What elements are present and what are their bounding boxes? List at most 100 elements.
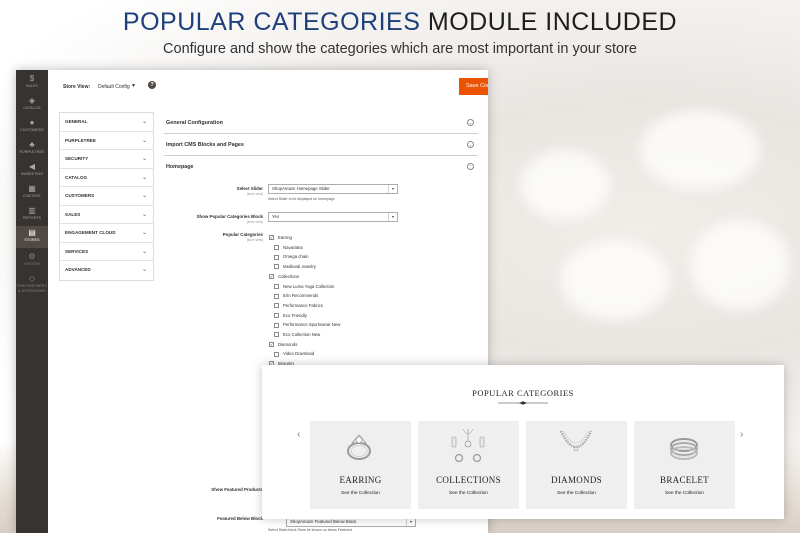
help-icon[interactable]: ? (148, 81, 156, 89)
sidebar-item-sales[interactable]: $ SALES (16, 72, 48, 94)
category-card-bracelet[interactable]: BRACELET See the Collection (634, 421, 735, 509)
category-checkbox[interactable] (274, 283, 279, 289)
category-card-title: DIAMONDS (551, 475, 602, 485)
category-card-title: EARRING (339, 475, 382, 485)
sidebar-icon: ▦ (28, 184, 36, 193)
sidebar-item-label: CONTENT (22, 194, 42, 198)
section-general[interactable]: General Configuration ⌄ (164, 112, 478, 134)
sidebar-item-content[interactable]: ▦ CONTENT (16, 182, 48, 204)
sidebar-item-purpletree[interactable]: ♣ PURPLETREE (16, 138, 48, 160)
chevron-down-icon[interactable]: ⌄ (467, 119, 474, 126)
sidebar-item-reports[interactable]: ▥ REPORTS (16, 204, 48, 226)
see-collection-link[interactable]: See the Collection (310, 491, 411, 496)
category-checkbox[interactable]: ✓ (269, 274, 274, 280)
sidebar-icon: ● (29, 118, 35, 127)
category-checkbox[interactable] (274, 322, 279, 328)
category-name: Erin Recommends (283, 293, 319, 299)
category-option[interactable]: ✓ Collections (269, 274, 299, 282)
background-flower (640, 110, 760, 190)
save-config-button[interactable]: Save Config (459, 78, 488, 95)
category-option[interactable]: Eco Friendly (274, 313, 307, 321)
category-option[interactable]: Performance Fabrics (274, 303, 323, 311)
featured-below-value: ShopAmaze Featured Below Block (290, 519, 357, 524)
config-nav-services[interactable]: SERVICES ⌄ (60, 243, 153, 261)
category-checkbox[interactable] (274, 254, 279, 260)
category-option[interactable]: ✓ Diamonds (269, 342, 297, 350)
config-nav-purpletree[interactable]: PURPLETREE ⌄ (60, 132, 153, 150)
category-checkbox[interactable] (274, 351, 279, 357)
chevron-up-icon[interactable]: ⌃ (467, 163, 474, 170)
config-nav-label: SALES (65, 211, 81, 217)
config-nav-advanced[interactable]: ADVANCED ⌄ (60, 261, 153, 280)
sidebar-item-stores[interactable]: ▤ STORES (16, 226, 48, 248)
sidebar-icon: ◈ (28, 96, 36, 105)
sidebar-item-label: MARKETING (20, 172, 44, 176)
chevron-down-icon[interactable]: ⌄ (467, 141, 474, 148)
section-homepage[interactable]: Homepage ⌃ (164, 156, 478, 178)
category-card-title: COLLECTIONS (436, 475, 501, 485)
category-option[interactable]: New Luma Yoga Collection (274, 284, 334, 292)
category-card-diamonds[interactable]: DIAMONDS See the Collection (526, 421, 627, 509)
config-nav-customers[interactable]: CUSTOMERS ⌄ (60, 187, 153, 206)
store-view-label: Store View: (63, 84, 91, 90)
section-general-title: General Configuration (166, 120, 223, 126)
sidebar-icon: $ (29, 74, 35, 83)
config-nav-security[interactable]: SECURITY ⌄ (60, 150, 153, 169)
sidebar-item-catalog[interactable]: ◈ CATALOG (16, 94, 48, 116)
background-flower (690, 220, 790, 310)
section-homepage-title: Homepage (166, 164, 194, 170)
popular-categories-preview: POPULAR CATEGORIES ‹ › EARRING See the Co… (262, 365, 784, 519)
select-slider-label: Select Slider (236, 186, 263, 191)
sidebar-item-marketing[interactable]: ◀ MARKETING (16, 160, 48, 182)
background-flower (520, 150, 610, 220)
category-name: New Luma Yoga Collection (283, 283, 335, 289)
config-nav-general[interactable]: GENERAL ⌄ (60, 113, 153, 132)
category-name: Eco Friendly (283, 312, 307, 318)
category-option[interactable]: Medieval Jewelry (274, 264, 316, 272)
category-card-earring[interactable]: EARRING See the Collection (310, 421, 411, 509)
category-option[interactable]: Performance Sportswear New (274, 322, 340, 330)
chevron-down-icon: ⌄ (141, 119, 147, 125)
sidebar-icon: ♣ (29, 140, 35, 149)
category-option[interactable]: Video Download (274, 351, 314, 359)
config-nav-catalog[interactable]: CATALOG ⌄ (60, 169, 153, 187)
category-card-collections[interactable]: COLLECTIONS See the Collection (418, 421, 519, 509)
chevron-left-icon[interactable]: ‹ (297, 429, 300, 440)
chevron-right-icon[interactable]: › (740, 429, 743, 440)
config-nav-sales[interactable]: SALES ⌄ (60, 206, 153, 224)
section-import[interactable]: Import CMS Blocks and Pages ⌄ (164, 134, 478, 156)
chevron-down-icon: ⌄ (141, 267, 147, 273)
category-checkbox[interactable] (274, 332, 279, 338)
category-option[interactable]: Navaratna (274, 245, 303, 253)
headline: POPULAR CATEGORIES MODULE INCLUDED (0, 8, 800, 37)
sidebar-item-find-partners-extensions[interactable]: ◇ FIND PARTNERS & EXTENSIONS (16, 272, 48, 294)
category-checkbox[interactable]: ✓ (269, 342, 274, 348)
category-checkbox[interactable] (274, 303, 279, 309)
see-collection-link[interactable]: See the Collection (418, 491, 519, 496)
show-popular-label: Show Popular Categories Block (196, 214, 263, 219)
config-nav-engagement-cloud[interactable]: ENGAGEMENT CLOUD ⌄ (60, 224, 153, 243)
chevron-down-icon[interactable]: ▼ (131, 83, 136, 89)
category-checkbox[interactable] (274, 312, 279, 318)
category-checkbox[interactable]: ✓ (269, 235, 274, 241)
sidebar-item-customers[interactable]: ● CUSTOMERS (16, 116, 48, 138)
show-popular-dropdown[interactable]: Yes ▼ (268, 212, 398, 222)
see-collection-link[interactable]: See the Collection (526, 491, 627, 496)
sidebar-item-label: REPORTS (22, 216, 41, 220)
category-option[interactable]: Omega chain (274, 254, 309, 262)
category-option[interactable]: ✓ Earring (269, 235, 292, 243)
featured-below-label: Featured Below Block (217, 516, 263, 521)
config-nav: GENERAL ⌄ PURPLETREE ⌄ SECURITY ⌄ CATALOG ⌄ CUST… (59, 112, 154, 281)
subline: Configure and show the categories which … (163, 41, 637, 57)
select-slider-dropdown[interactable]: ShopAmaze Homepage Slider ▼ (268, 184, 398, 194)
sidebar-item-system[interactable]: ⚙ SYSTEM (16, 250, 48, 272)
category-name: Diamonds (278, 341, 298, 347)
category-checkbox[interactable] (274, 245, 279, 251)
store-view-select[interactable]: Default Config (98, 84, 130, 90)
category-checkbox[interactable] (274, 293, 279, 299)
category-checkbox[interactable] (274, 264, 279, 270)
category-option[interactable]: Eco Collection New (274, 332, 320, 340)
config-nav-label: PURPLETREE (65, 137, 96, 143)
category-option[interactable]: Erin Recommends (274, 293, 318, 301)
see-collection-link[interactable]: See the Collection (634, 491, 735, 496)
